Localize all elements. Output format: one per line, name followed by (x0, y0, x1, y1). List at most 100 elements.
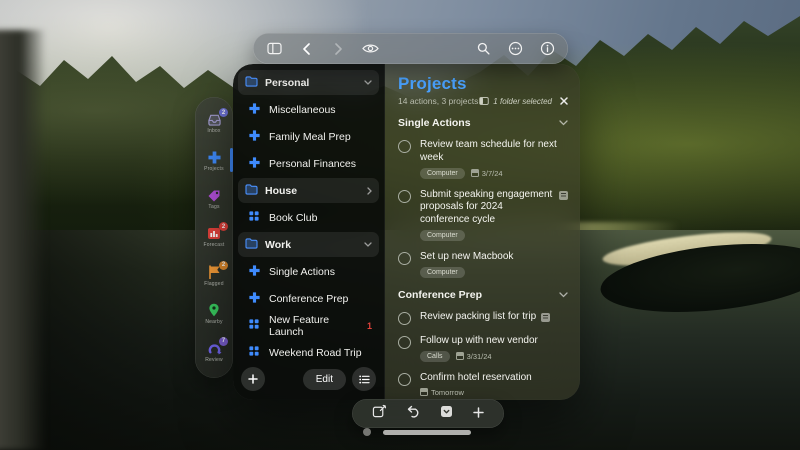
sidebar-item-new-feature-launch[interactable]: New Feature Launch 1 (242, 313, 379, 338)
sidebar-item-house[interactable]: House (238, 178, 379, 203)
pane-toggle-icon[interactable] (265, 40, 283, 58)
sidebar-item-personal-finances[interactable]: Personal Finances (242, 151, 379, 176)
rail-item-projects[interactable]: Projects (195, 150, 233, 172)
pane-icon (479, 97, 489, 105)
rail-item-inbox[interactable]: 2 Inbox (195, 112, 233, 134)
sidebar-item-label: Book Club (269, 212, 317, 224)
window-close-button[interactable] (363, 428, 371, 436)
checkbox[interactable] (398, 140, 411, 153)
list-icon (359, 375, 370, 384)
tag-pill: Calls (420, 351, 450, 362)
tag-icon (206, 188, 222, 203)
rail-item-nearby[interactable]: Nearby (195, 303, 233, 325)
sidebar-item-single-actions[interactable]: Single Actions (242, 259, 379, 284)
plus-icon (248, 374, 258, 384)
sidebar-item-family-meal-prep[interactable]: Family Meal Prep (242, 124, 379, 149)
rail-item-forecast[interactable]: 2 Forecast (195, 226, 233, 248)
selection-label: 1 folder selected (493, 97, 552, 106)
due-date: 3/7/24 (471, 169, 503, 178)
task-row[interactable]: Submit speaking engagement proposals for… (398, 189, 568, 241)
tag-pill: Computer (420, 230, 465, 241)
project-grid-icon (249, 319, 262, 332)
back-icon[interactable] (297, 40, 315, 58)
due-date: 3/31/24 (456, 352, 492, 361)
section-header[interactable]: Single Actions (398, 117, 568, 129)
selection-chip: 1 folder selected (479, 97, 568, 106)
sidebar-item-personal[interactable]: Personal (238, 70, 379, 95)
sidebar-item-label: Family Meal Prep (269, 131, 351, 143)
cliff (0, 30, 46, 450)
forecast-icon: 2 (206, 226, 222, 241)
project-grid-icon (249, 346, 262, 359)
forecast-badge: 2 (219, 222, 228, 231)
chevron-down-icon (364, 242, 372, 247)
checkbox[interactable] (398, 336, 411, 349)
content-panel: Projects 14 actions, 3 projects 1 folder… (385, 64, 580, 400)
rail-item-flagged[interactable]: 2 Flagged (195, 265, 233, 287)
task-row[interactable]: Review packing list for trip (398, 311, 568, 325)
sidebar-item-miscellaneous[interactable]: Miscellaneous (242, 97, 379, 122)
flag-icon: 2 (206, 265, 222, 280)
sidebar-item-work[interactable]: Work (238, 232, 379, 257)
sidebar-item-conference-prep[interactable]: Conference Prep (242, 286, 379, 311)
projects-icon (206, 150, 222, 165)
sidebar-item-label: Personal Finances (269, 158, 356, 170)
sidebar-item-book-club[interactable]: Book Club (242, 205, 379, 230)
clean-up-icon[interactable] (372, 404, 387, 423)
bottom-toolbar (352, 399, 504, 428)
action-list-icon (249, 130, 262, 143)
checkbox[interactable] (398, 373, 411, 386)
rail-item-tags[interactable]: Tags (195, 188, 233, 210)
add-action-icon[interactable] (473, 405, 484, 423)
flagged-badge: 2 (219, 261, 228, 270)
more-icon[interactable] (506, 40, 524, 58)
folder-icon (245, 184, 258, 197)
task-row[interactable]: Follow up with new vendor Calls 3/31/24 (398, 335, 568, 362)
rail-item-review[interactable]: 7 Review (195, 341, 233, 363)
note-icon (541, 313, 550, 322)
window-drag-bar[interactable] (383, 430, 471, 435)
checkbox[interactable] (398, 312, 411, 325)
section-conference-prep: Conference Prep Review packing list for … (398, 289, 568, 397)
sidebar-panel: Personal Miscellaneous Family Meal Prep … (233, 64, 385, 400)
window-controls (363, 428, 471, 436)
section-single-actions: Single Actions Review team schedule for … (398, 117, 568, 278)
close-icon[interactable] (560, 97, 568, 105)
folder-icon (245, 238, 258, 251)
review-badge: 7 (219, 337, 228, 346)
review-icon: 7 (206, 341, 222, 356)
sidebar-item-label: Work (265, 239, 291, 251)
inbox-icon: 2 (206, 112, 222, 127)
action-list-icon (249, 292, 262, 305)
chevron-right-icon (367, 187, 372, 195)
save-to-inbox-icon[interactable] (440, 405, 453, 423)
sidebar-item-weekend-road-trip[interactable]: Weekend Road Trip (242, 340, 379, 365)
task-row[interactable]: Confirm hotel reservation Tomorrow (398, 372, 568, 397)
sidebar-item-label: Miscellaneous (269, 104, 336, 116)
search-icon[interactable] (474, 40, 492, 58)
task-row[interactable]: Review team schedule for next week Compu… (398, 139, 568, 179)
note-icon (559, 191, 568, 200)
sidebar-item-label: House (265, 185, 297, 197)
tag-pill: Computer (420, 168, 465, 179)
undo-icon[interactable] (407, 405, 421, 423)
view-options-button[interactable] (352, 367, 376, 391)
eye-icon[interactable] (361, 40, 379, 58)
checkbox[interactable] (398, 190, 411, 203)
checkbox[interactable] (398, 252, 411, 265)
summary-text: 14 actions, 3 projects (398, 96, 478, 106)
calendar-icon (471, 169, 479, 177)
sidebar-item-label: Single Actions (269, 266, 335, 278)
task-row[interactable]: Set up new Macbook Computer (398, 251, 568, 278)
chevron-down-icon (559, 120, 568, 126)
add-button[interactable] (241, 367, 265, 391)
overdue-count: 1 (367, 321, 372, 331)
edit-button[interactable]: Edit (303, 369, 346, 390)
perspective-rail: 2 Inbox Projects Tags 2 Forecast 2 Flagg… (195, 97, 233, 378)
info-icon[interactable] (538, 40, 556, 58)
project-grid-icon (249, 211, 262, 224)
tag-pill: Computer (420, 267, 465, 278)
forward-icon[interactable] (329, 40, 347, 58)
section-header[interactable]: Conference Prep (398, 289, 568, 301)
sidebar-item-label: Personal (265, 77, 309, 89)
